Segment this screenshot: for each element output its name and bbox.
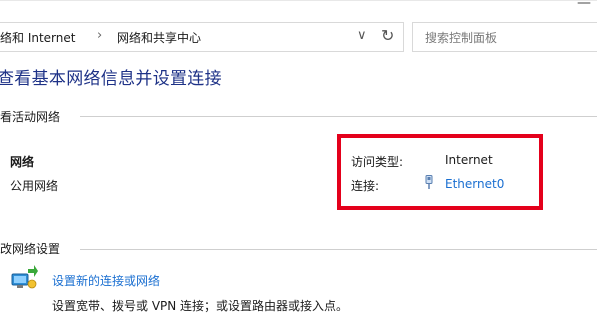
network-name: 网络 [10, 155, 35, 169]
setup-connection-link[interactable]: 设置新的连接或网络 [52, 272, 160, 289]
chevron-down-icon[interactable]: ∨ [357, 28, 367, 43]
section-label-change-settings: 改网络设置 [0, 242, 61, 256]
refresh-icon[interactable]: ↻ [381, 26, 394, 45]
highlight-annotation-box [337, 134, 543, 210]
setup-description: 设置宽带、拨号或 VPN 连接；或设置路由器或接入点。 [52, 299, 349, 313]
window-minimize-button[interactable]: — [577, 0, 591, 11]
network-setup-icon [11, 265, 38, 289]
network-category-link[interactable]: 公用网络 [10, 177, 58, 194]
breadcrumb-network-internet[interactable]: 络和 Internet [0, 29, 75, 46]
section-label-active-networks: 看活动网络 [0, 110, 61, 124]
page-title: 查看基本网络信息并设置连接 [0, 69, 222, 89]
window-top-border [0, 0, 597, 1]
section-divider [80, 116, 597, 117]
breadcrumb-sharing-center[interactable]: 网络和共享中心 [117, 29, 201, 46]
section-divider [80, 249, 597, 250]
search-placeholder: 搜索控制面板 [425, 31, 498, 45]
breadcrumb-separator: › [97, 28, 103, 43]
